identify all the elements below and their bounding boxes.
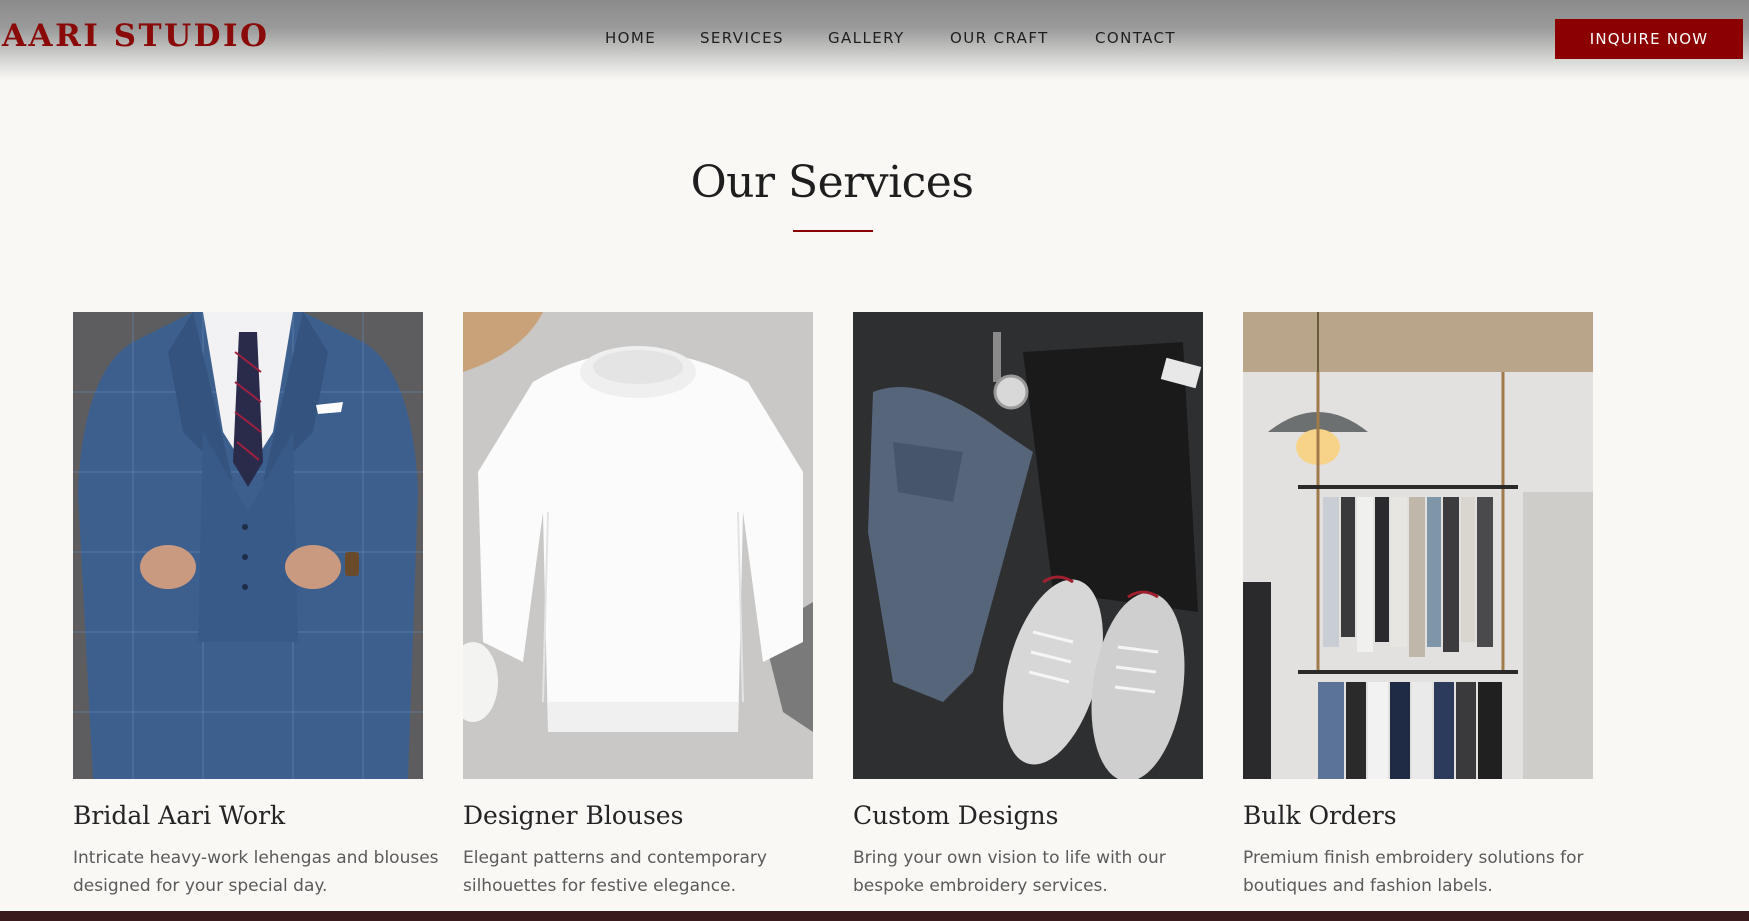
- nav-home[interactable]: HOME: [605, 29, 656, 47]
- card-title: Custom Designs: [853, 801, 1059, 830]
- nav-contact[interactable]: CONTACT: [1095, 29, 1176, 47]
- nav-services[interactable]: SERVICES: [700, 29, 784, 47]
- card-title: Bulk Orders: [1243, 801, 1397, 830]
- nav-gallery[interactable]: GALLERY: [828, 29, 905, 47]
- card-description: Intricate heavy-work lehengas and blouse…: [73, 848, 439, 896]
- card-description: Bring your own vision to life with our b…: [853, 848, 1166, 896]
- card-description: Premium finish embroidery solutions for …: [1243, 848, 1584, 896]
- nav-our-craft[interactable]: OUR CRAFT: [950, 29, 1049, 47]
- flatlay-image: [853, 312, 1203, 779]
- suit-image: [73, 312, 423, 779]
- card-title: Designer Blouses: [463, 801, 684, 830]
- inquire-now-button[interactable]: INQUIRE NOW: [1555, 19, 1743, 59]
- clothing-rack-image: [1243, 312, 1593, 779]
- sweatshirt-image: [463, 312, 813, 779]
- section-title: Our Services: [690, 157, 974, 208]
- title-divider: [793, 230, 873, 232]
- card-description: Elegant patterns and contemporary silhou…: [463, 848, 767, 896]
- card-title: Bridal Aari Work: [73, 801, 286, 830]
- footer-edge: [0, 911, 1749, 921]
- site-header: AARI STUDIO HOME SERVICES GALLERY OUR CR…: [0, 0, 1749, 80]
- site-logo[interactable]: AARI STUDIO: [2, 18, 270, 54]
